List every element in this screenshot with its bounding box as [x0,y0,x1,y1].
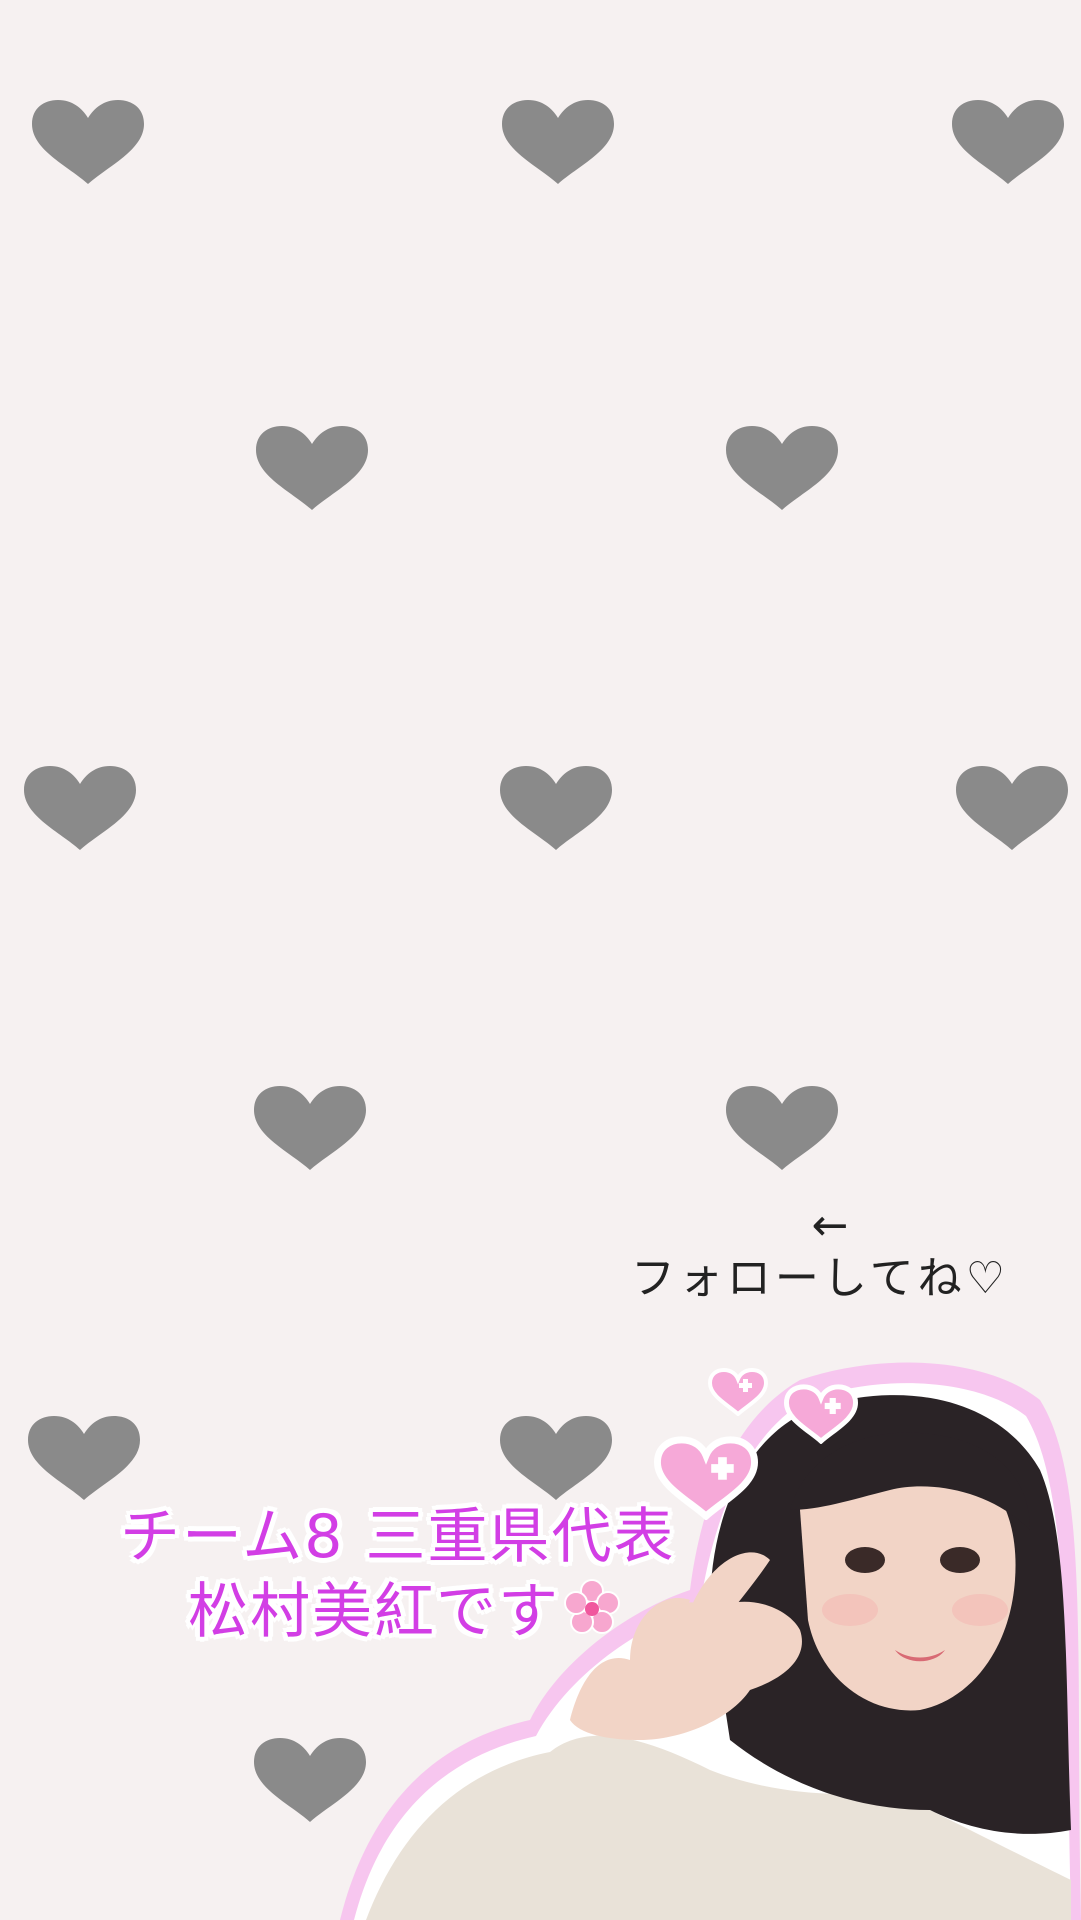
caption: チーム8 三重県代表 松村美紅です [110,1500,810,1653]
heart-icon [496,764,616,852]
caption-line-2: 松村美紅です [110,1575,810,1653]
pink-pixel-heart-icon [707,1367,769,1417]
heart-icon [28,98,148,186]
heart-icon [948,98,1068,186]
heart-icon [24,1414,144,1502]
follow-text: フォローしてね♡ [630,1252,1010,1304]
heart-icon [722,424,842,512]
follow-prompt: ← フォローしてね♡ [600,1200,1040,1306]
heart-icon [250,1084,370,1172]
heart-icon [498,98,618,186]
caption-line-2-text: 松村美紅です [188,1577,560,1647]
heart-icon [252,424,372,512]
heart-icon [722,1084,842,1172]
pink-pixel-heart-icon [783,1384,859,1445]
heart-icon [952,764,1072,852]
cherry-blossom-icon [564,1578,620,1653]
caption-line-1: チーム8 三重県代表 [120,1502,676,1572]
arrow-left-icon: ← [811,1200,849,1251]
heart-icon [20,764,140,852]
